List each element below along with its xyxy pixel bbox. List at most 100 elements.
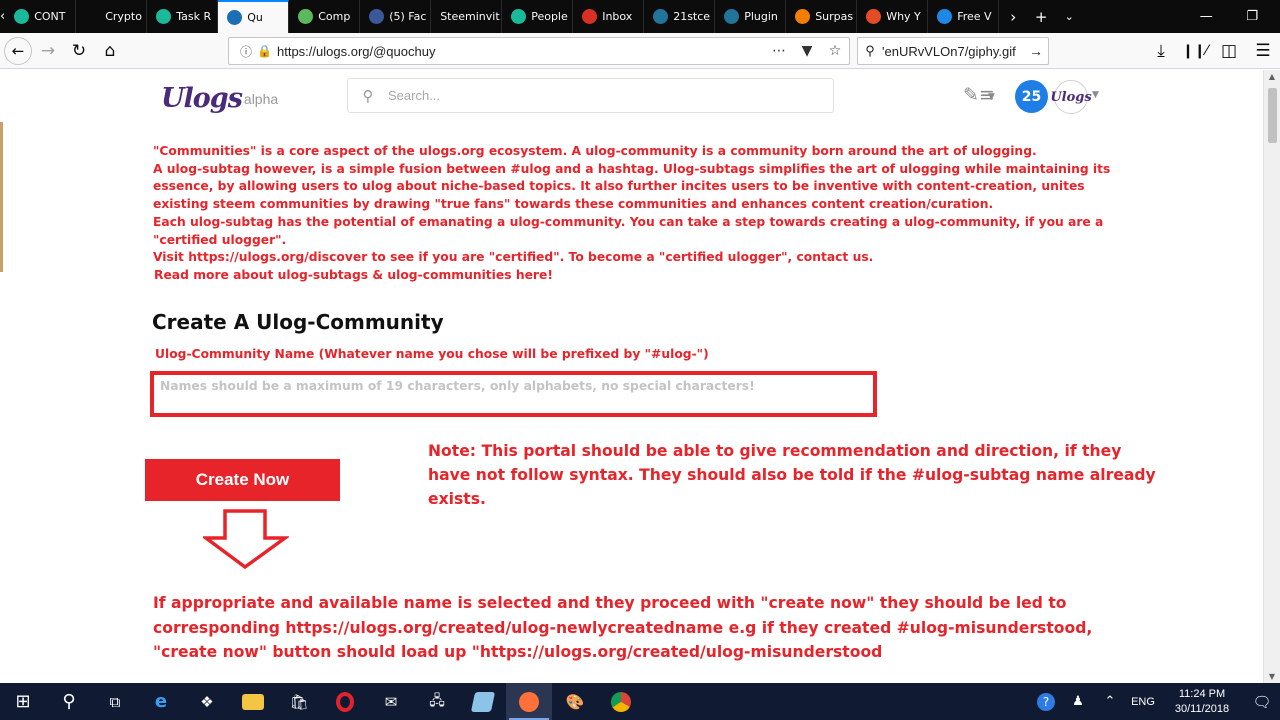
search-icon[interactable]: ⚲	[46, 683, 92, 720]
browser-tab[interactable]: Surpas	[786, 0, 858, 33]
site-search-box[interactable]: ⚲	[347, 78, 834, 113]
site-search-input[interactable]	[388, 88, 808, 103]
library-icon[interactable]: ❙❙⁄	[1180, 36, 1210, 66]
logo-wordmark[interactable]: Ulogs	[161, 85, 243, 113]
restore-icon[interactable]: ❐	[1229, 0, 1275, 33]
lock-icon[interactable]: 🔒	[257, 44, 272, 58]
x-icon	[937, 9, 953, 24]
windows-start-icon[interactable]: ⊞	[0, 683, 46, 720]
intro-paragraph: Each ulog-subtag has the potential of em…	[153, 214, 1104, 247]
browser-tab[interactable]: Inbox	[573, 0, 645, 33]
scroll-up-icon[interactable]: ▲	[1264, 72, 1280, 81]
windows-taskbar: ⊞ ⚲ ⧉ e ❖ 🛍 ✉ 🖧 🎨 ? ♟ ⌃ ENG 11:24 PM 30/…	[0, 683, 1280, 720]
notes-app-icon[interactable]	[460, 683, 506, 720]
browser-tab[interactable]: CONT	[5, 0, 77, 33]
home-icon[interactable]: ⌂	[95, 36, 125, 66]
people-icon[interactable]: ♟	[1062, 694, 1094, 709]
clock-time: 11:24 PM	[1178, 687, 1226, 700]
intro-paragraph: "Communities" is a core aspect of the ul…	[153, 144, 1037, 158]
circle-swirl-icon	[14, 9, 30, 24]
wordpress-icon	[724, 9, 740, 24]
search-go-icon[interactable]: →	[1024, 43, 1048, 59]
browser-tab[interactable]: 21stce	[644, 0, 716, 33]
community-name-field[interactable]	[150, 371, 877, 417]
browser-tab-label: 21stce	[673, 10, 711, 23]
all-tabs-chevron-icon[interactable]: ⌄	[1055, 0, 1083, 33]
menu-hamburger-icon[interactable]: ☰	[1248, 36, 1278, 66]
chevron-down-icon[interactable]: ▼	[988, 92, 995, 102]
chrome-icon[interactable]	[598, 683, 644, 720]
read-more-link[interactable]: Read more about ulog-subtags & ulog-comm…	[153, 267, 1133, 285]
site-info-icon[interactable]: ⓘ	[235, 43, 257, 60]
tab-scroll-right-icon[interactable]: ›	[999, 0, 1027, 33]
page-title: Create A Ulog-Community	[152, 310, 444, 334]
edge-browser-icon[interactable]: e	[138, 683, 184, 720]
tray-chevron-up-icon[interactable]: ⌃	[1094, 694, 1126, 709]
user-avatar[interactable]: Ulogs	[1050, 80, 1092, 114]
file-explorer-icon[interactable]	[230, 683, 276, 720]
language-indicator[interactable]: ENG	[1126, 696, 1160, 708]
opera-icon[interactable]	[322, 683, 368, 720]
browser-tab-label: Plugin	[744, 10, 778, 23]
bookmark-star-icon[interactable]: ☆	[821, 43, 849, 59]
page-viewport: Ulogs alpha ⚲ ✎≡ ▼ 25 Ulogs ▼ "Communiti…	[0, 70, 1280, 683]
page-actions-icon[interactable]: ⋯	[765, 43, 793, 59]
browser-tab[interactable]: Plugin	[715, 0, 787, 33]
facebook-icon	[369, 9, 385, 24]
browser-tab[interactable]: (5) Fac	[360, 0, 432, 33]
browser-nav-bar: ← → ↻ ⌂ ⓘ 🔒 https://ulogs.org/@quochuy ⋯…	[0, 33, 1280, 69]
dropbox-icon[interactable]: ❖	[184, 683, 230, 720]
reload-icon[interactable]: ↻	[64, 36, 94, 66]
mail-icon[interactable]: ✉	[368, 683, 414, 720]
browser-tab[interactable]: Qu	[218, 0, 290, 33]
action-center-icon[interactable]: 🗨	[1244, 693, 1280, 711]
browser-tab[interactable]: Task R	[147, 0, 219, 33]
minimize-icon[interactable]: —	[1183, 0, 1229, 33]
browser-tab[interactable]: Why Y	[857, 0, 929, 33]
system-clock[interactable]: 11:24 PM 30/11/2018	[1160, 687, 1244, 717]
chevron-down-icon[interactable]: ▼	[1092, 90, 1099, 100]
community-name-input[interactable]	[154, 376, 873, 396]
browser-tab-label: (5) Fac	[389, 10, 427, 23]
browser-tab-label: Free V	[957, 10, 992, 23]
community-name-label: Ulog-Community Name (Whatever name you c…	[155, 347, 709, 361]
search-icon: ⚲	[362, 86, 374, 105]
browser-tab[interactable]: People	[502, 0, 574, 33]
nav-right-tools: ⤓ ❙❙⁄ ◫ ☰	[1144, 36, 1280, 66]
create-now-button[interactable]: Create Now	[145, 459, 340, 501]
clock-date: 30/11/2018	[1174, 702, 1230, 715]
search-bar-text[interactable]: 'enURvVLOn7/giphy.gif	[882, 44, 1024, 59]
scroll-down-icon[interactable]: ▼	[1264, 672, 1280, 681]
downloads-icon[interactable]: ⤓	[1146, 36, 1176, 66]
leaf-icon	[298, 9, 314, 24]
firefox-icon[interactable]	[506, 683, 552, 720]
page-scrollbar[interactable]: ▲ ▼	[1263, 70, 1280, 683]
browser-tab-label: CONT	[34, 10, 66, 23]
forward-icon[interactable]: →	[33, 36, 63, 66]
store-icon[interactable]: 🛍	[276, 683, 322, 720]
browser-tab-label: Surpas	[815, 10, 854, 23]
ulogs-icon	[227, 10, 243, 25]
browser-tab[interactable]: Free V	[928, 0, 1000, 33]
close-window-icon[interactable]: ✕	[1275, 0, 1280, 33]
address-bar[interactable]: ⓘ 🔒 https://ulogs.org/@quochuy ⋯ ▼ ☆	[228, 37, 850, 65]
browser-tab-label: Qu	[247, 11, 263, 24]
search-icon: ⚲	[865, 43, 875, 58]
url-text[interactable]: https://ulogs.org/@quochuy	[277, 44, 765, 59]
pocket-icon[interactable]: ▼	[793, 43, 821, 59]
network-app-icon[interactable]: 🖧	[414, 683, 460, 720]
back-icon[interactable]: ←	[4, 36, 32, 65]
new-tab-icon[interactable]: +	[1027, 0, 1055, 33]
notification-count-badge[interactable]: 25	[1015, 80, 1048, 113]
task-view-icon[interactable]: ⧉	[92, 683, 138, 720]
browser-tab[interactable]: Crypto	[76, 0, 148, 33]
browser-tab-label: Task R	[176, 10, 212, 23]
browser-search-bar[interactable]: ⚲ 'enURvVLOn7/giphy.gif →	[857, 37, 1049, 65]
browser-tab[interactable]: Comp	[289, 0, 361, 33]
browser-tab[interactable]: Steeminvit	[431, 0, 503, 33]
scrollbar-thumb[interactable]	[1268, 88, 1277, 143]
paint-app-icon[interactable]: 🎨	[552, 683, 598, 720]
site-logo[interactable]: Ulogs alpha	[161, 85, 278, 113]
help-icon[interactable]: ?	[1030, 692, 1062, 711]
sidebar-icon[interactable]: ◫	[1214, 36, 1244, 66]
